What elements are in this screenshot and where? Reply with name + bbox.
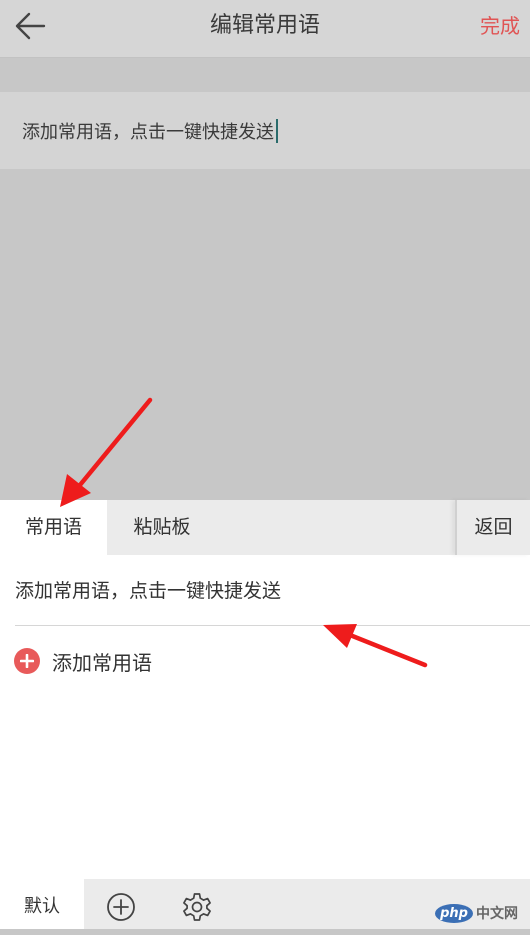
top-bar: 编辑常用语 完成 [0,0,530,58]
arrow-left-icon [15,12,46,40]
done-button[interactable]: 完成 [480,0,520,52]
phrase-list-item[interactable]: 添加常用语，点击一键快捷发送 [0,555,530,625]
panel-bottom-bar: 默认 php 中文网 [0,879,530,929]
divider [15,625,530,626]
settings-icon[interactable] [181,891,213,923]
tab-clipboard[interactable]: 粘贴板 [107,500,217,555]
panel-tab-bar: 常用语 粘贴板 返回 [0,500,530,555]
add-circle-icon[interactable] [105,891,137,923]
phrase-edit-value: 添加常用语，点击一键快捷发送 [22,121,274,143]
text-caret [276,118,278,143]
tab-common-phrases[interactable]: 常用语 [0,500,107,555]
watermark-text: 中文网 [476,906,518,922]
add-phrase-label: 添加常用语 [52,650,152,675]
tab-default[interactable]: 默认 [0,879,84,929]
keyboard-phrase-panel: 常用语 粘贴板 返回 添加常用语，点击一键快捷发送 添加常用语 默认 php 中… [0,500,530,929]
watermark-logo: php [435,903,473,923]
back-button[interactable] [8,6,52,46]
add-phrase-button[interactable]: 添加常用语 [14,646,152,676]
phrase-edit-field[interactable]: 添加常用语，点击一键快捷发送 [0,92,530,169]
site-watermark: php 中文网 [435,903,518,923]
return-button[interactable]: 返回 [455,500,530,555]
annotation-arrow-to-tab [60,397,153,507]
plus-circle-icon [14,648,40,674]
page-title: 编辑常用语 [209,13,320,38]
